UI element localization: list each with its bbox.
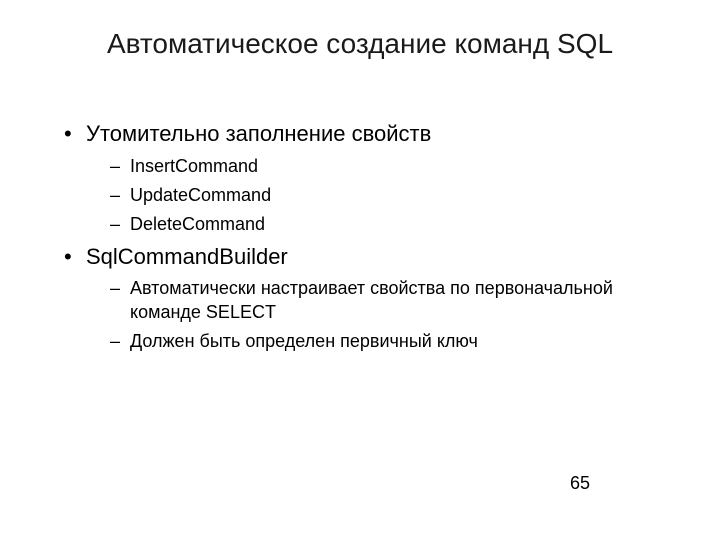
bullet-text: Должен быть определен первичный ключ [130,331,478,351]
list-item: UpdateCommand [86,184,660,207]
slide: Автоматическое создание команд SQL Утоми… [0,0,720,540]
list-item: InsertCommand [86,155,660,178]
bullet-text: Автоматически настраивает свойства по пе… [130,278,613,321]
page-number: 65 [570,473,590,494]
bullet-text: UpdateCommand [130,185,271,205]
bullet-text: InsertCommand [130,156,258,176]
sub-list: InsertCommand UpdateCommand DeleteComman… [86,155,660,237]
bullet-text: SqlCommandBuilder [86,244,288,269]
list-item: Автоматически настраивает свойства по пе… [86,277,660,324]
slide-title: Автоматическое создание команд SQL [60,28,660,60]
list-item: DeleteCommand [86,213,660,236]
bullet-text: DeleteCommand [130,214,265,234]
sub-list: Автоматически настраивает свойства по пе… [86,277,660,353]
bullet-text: Утомительно заполнение свойств [86,121,431,146]
bullet-list: Утомительно заполнение свойств InsertCom… [60,120,660,354]
list-item: Утомительно заполнение свойств InsertCom… [60,120,660,237]
list-item: Должен быть определен первичный ключ [86,330,660,353]
list-item: SqlCommandBuilder Автоматически настраив… [60,243,660,354]
